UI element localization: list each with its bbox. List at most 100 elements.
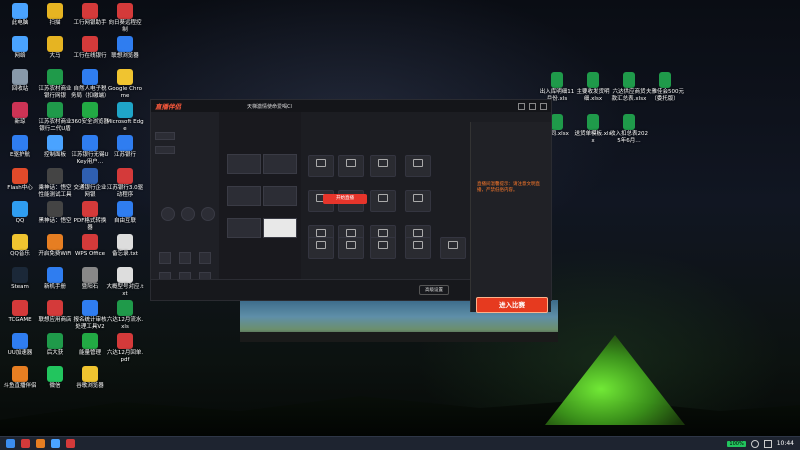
desktop-icon[interactable]: QQ音乐 [1,234,39,258]
network-icon[interactable] [750,439,759,448]
desktop-icon[interactable]: 江苏农村商业银行网银 [36,69,74,99]
app-icon [12,201,28,217]
desktop-icon[interactable]: 360安全浏览器 [71,102,109,126]
desktop-icon[interactable]: UU加速器 [1,333,39,357]
desktop-icon[interactable]: 江苏农村商业银行二代U盾 [36,102,74,132]
desktop-icon[interactable]: 江苏银行 [106,135,144,159]
desktop-file[interactable]: 收入扣总表2025年6月… [610,114,648,144]
mic-icon[interactable] [201,207,215,221]
desktop-file[interactable]: 送货单模板.xlsx [574,114,612,144]
desktop-icon[interactable]: 大马 [36,36,74,60]
desktop-icon[interactable]: Steam [1,267,39,291]
desktop-icon[interactable]: 网络 [1,36,39,60]
scene-thumb[interactable] [263,186,297,206]
scene-thumb[interactable] [263,154,297,174]
desktop-icon[interactable]: 后大获 [36,333,74,357]
taskbar-app-icon[interactable] [21,439,30,448]
desktop-icon[interactable]: QQ [1,201,39,225]
desktop-icon[interactable]: 自由互联 [106,201,144,225]
feature-tile[interactable] [370,190,396,212]
start-icon[interactable] [6,439,15,448]
desktop-icon[interactable]: 黑神话：悟空 [36,201,74,225]
feature-tile[interactable] [308,155,334,177]
desktop-icon[interactable]: 开启免费WiFi [36,234,74,258]
sidebar-row[interactable] [155,146,175,154]
scene-thumb[interactable] [227,218,261,238]
start-live-button[interactable]: 开始直播 [323,194,367,204]
advanced-settings-button[interactable]: 高级设置 [419,285,449,295]
desktop-icon[interactable]: 能量管理 [71,333,109,357]
feature-tile[interactable] [440,237,466,259]
feature-tile[interactable] [370,237,396,259]
desktop-icon[interactable]: 六达12月回单.pdf [106,333,144,363]
feature-tile[interactable] [405,190,431,212]
desktop-icon[interactable]: WPS Office [71,234,109,258]
desktop-icon[interactable]: 新机手册 [36,267,74,291]
minimize-icon[interactable] [518,102,525,110]
scene-thumb[interactable] [227,186,261,206]
desktop-file[interactable]: 六达供应商货款汇总表.xlsx [610,72,648,102]
desktop-icon[interactable]: Flash中心 [1,168,39,192]
maximize-icon[interactable] [529,102,536,110]
desktop-file[interactable]: 出入库明细11月份.xls [538,72,576,102]
volume-icon[interactable] [763,439,772,448]
desktop-icon[interactable]: Google Chrome [106,69,144,99]
desktop-icon[interactable]: 回收站 [1,69,39,93]
desktop-file[interactable]: 主要收发货明细.xlsx [574,72,612,102]
desktop-icon[interactable]: 工行网银助手 [71,3,109,27]
scene-thumb[interactable] [227,154,261,174]
desktop-icon[interactable]: 江苏银行无锡UKey用户… [71,135,109,165]
desktop-icon[interactable]: 交通银行企业网银 [71,168,109,198]
desktop-icon[interactable]: 联想应用商店 [36,300,74,324]
feature-tile[interactable] [405,155,431,177]
tool-icon[interactable] [159,252,171,264]
feature-tile[interactable] [308,237,334,259]
desktop-icon[interactable]: Microsoft Edge [106,102,144,132]
desktop-icon[interactable]: 新琼 [1,102,39,126]
stream-title[interactable]: 天梯激情使命爱喝Cl [247,103,292,110]
scene-thumb[interactable] [263,218,297,238]
close-icon[interactable] [540,102,547,110]
desktop-icon[interactable]: 谷歌浏览器 [71,366,109,390]
desktop-icon[interactable]: 扫描 [36,3,74,27]
desktop-icon[interactable]: PDF格式转换器 [71,201,109,231]
taskbar-app-icon[interactable] [66,439,75,448]
desktop-icon[interactable]: 自然人电子税务局（扣缴端） [71,69,110,99]
desktop-icon[interactable]: 斗鱼直播伴侣 [1,366,39,390]
desktop-icon[interactable]: 江苏银行3.0驱动程序 [106,168,144,198]
feature-tile[interactable] [405,237,431,259]
sidebar-row[interactable] [155,132,175,140]
settings-icon[interactable] [181,207,195,221]
desktop-icon[interactable]: 乘神话：悟空性能测试工具 [36,168,74,198]
desktop-icon[interactable]: 六达12月流水.xls [106,300,144,330]
desktop-file[interactable]: 夫雅佳会500元（委托版） [646,72,684,102]
desktop-icon[interactable]: 大概型号对应.txt [106,267,144,297]
desktop-icon[interactable]: 联想浏览器 [106,36,144,60]
desktop-icon[interactable]: 报名统计审核处理工具V2 [71,300,109,330]
tile-icon [413,229,423,237]
taskbar-clock[interactable]: 10:44 [777,440,794,447]
game-hud [240,332,558,342]
tool-icon[interactable] [179,252,191,264]
taskbar-app-icon[interactable] [36,439,45,448]
desktop-icon[interactable]: 备忘录.txt [106,234,144,258]
taskbar-app-icon[interactable] [51,439,60,448]
desktop-icon[interactable]: 控制面板 [36,135,74,159]
battery-indicator[interactable]: 100% [727,440,746,447]
feature-tile[interactable] [370,155,396,177]
feature-tile[interactable] [338,237,364,259]
desktop-icon[interactable]: 工行在线银行 [71,36,109,60]
tool-icon[interactable] [199,252,211,264]
desktop-icon[interactable]: 此电脑 [1,3,39,27]
desktop-icon[interactable]: 微信 [36,366,74,390]
enter-match-button[interactable]: 进入比赛 [476,297,548,313]
add-source-icon[interactable] [161,207,175,221]
desktop-icon[interactable]: E驱护航 [1,135,39,159]
desktop-icon[interactable]: 暨阳石 [71,267,109,291]
app-icon [47,300,63,316]
tile-icon [413,241,423,249]
app-titlebar[interactable]: 直播伴侣 天梯激情使命爱喝Cl [151,100,551,112]
desktop-icon[interactable]: 向日葵远程控制 [106,3,144,33]
desktop-icon[interactable]: TCGAME [1,300,39,324]
feature-tile[interactable] [338,155,364,177]
